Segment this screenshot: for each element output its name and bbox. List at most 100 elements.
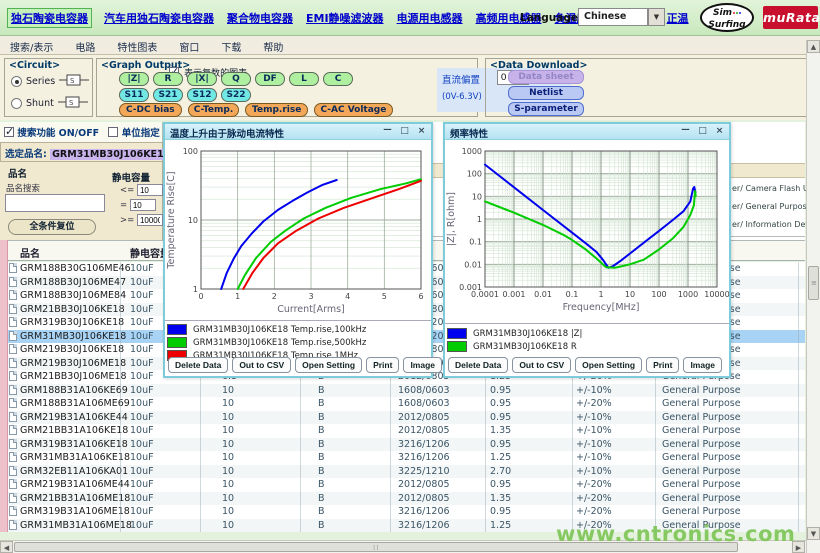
- unit-spec-checkbox[interactable]: 单位指定: [108, 128, 159, 139]
- cell-temp: B: [318, 520, 325, 531]
- svg-text:0.0001: 0.0001: [471, 290, 499, 299]
- minimize-icon[interactable]: ー: [679, 125, 692, 137]
- cell-name: GRM32EB11A106KA01: [20, 466, 128, 477]
- scroll-up-icon[interactable]: ▲: [807, 40, 820, 53]
- document-icon: [9, 439, 17, 449]
- cap-filter-input[interactable]: [137, 184, 163, 196]
- menu-item-2[interactable]: 电路: [75, 39, 95, 54]
- scroll-left-icon[interactable]: ◀: [0, 541, 13, 553]
- graph-button-q[interactable]: Q: [221, 72, 251, 86]
- download-button-s-parameter[interactable]: S-parameter: [508, 102, 584, 116]
- cap-filter-op: >=: [120, 216, 134, 226]
- open-setting-button[interactable]: Open Setting: [575, 357, 642, 373]
- menu-item-5[interactable]: 下载: [221, 39, 241, 54]
- top-header: 独石陶瓷电容器汽车用独石陶瓷电容器聚合物电容器EMI静噪滤波器电源用电感器高频用…: [0, 0, 820, 36]
- out-to-csv-button[interactable]: Out to CSV: [232, 357, 291, 373]
- menu-bar: 搜索/表示 电路 特性图表 窗口 下载 帮助: [0, 36, 820, 55]
- checkbox-checked-icon: [4, 127, 14, 137]
- cell-size: 2012/0805: [398, 479, 450, 490]
- cap-filter-input[interactable]: [130, 199, 156, 211]
- chart-actions: Delete DataOut to CSVOpen SettingPrintIm…: [448, 357, 722, 373]
- document-icon: [9, 452, 17, 462]
- graph-button-df[interactable]: DF: [255, 72, 285, 86]
- graph-button-s22[interactable]: S22: [221, 88, 251, 102]
- scroll-down-icon[interactable]: ▼: [807, 527, 820, 540]
- vertical-scrollbar[interactable]: ▲ ≡ ▼: [806, 40, 820, 553]
- window-title: 温度上升由于脉动电流特性: [170, 126, 284, 140]
- menu-item-1[interactable]: 搜索/表示: [10, 39, 53, 54]
- cell-cap: 10uF: [130, 425, 154, 436]
- svg-text:1: 1: [598, 290, 603, 299]
- language-select[interactable]: Chinese: [578, 8, 648, 26]
- nav-link-5[interactable]: 电源用电感器: [397, 10, 463, 26]
- graph-button-s12[interactable]: S12: [187, 88, 217, 102]
- svg-text:Frequency[MHz]: Frequency[MHz]: [563, 302, 640, 313]
- search-toggle-checkbox[interactable]: 搜索功能 ON/OFF: [4, 128, 99, 139]
- cap-filter-input[interactable]: [137, 214, 163, 226]
- graph-button-r[interactable]: R: [153, 72, 183, 86]
- maximize-icon[interactable]: □: [398, 125, 411, 137]
- open-setting-button[interactable]: Open Setting: [295, 357, 362, 373]
- scroll-right-icon[interactable]: ▶: [792, 541, 805, 553]
- graph-button-s21[interactable]: S21: [153, 88, 183, 102]
- nav-link-4[interactable]: EMI静噪滤波器: [306, 10, 384, 26]
- document-icon: [9, 331, 17, 341]
- partname-search-input[interactable]: [5, 194, 105, 212]
- menu-item-3[interactable]: 特性图表: [117, 39, 157, 54]
- cell-gp: General Purpose: [662, 506, 741, 517]
- graph-button-c-temp-[interactable]: C-Temp.: [188, 103, 240, 117]
- cell-name: GRM319B31A106ME18: [20, 506, 130, 517]
- cell-gp: General Purpose: [662, 452, 741, 463]
- svg-text:Current[Arms]: Current[Arms]: [277, 304, 345, 315]
- legend-swatch: [447, 328, 467, 339]
- graph-button-c[interactable]: C: [323, 72, 353, 86]
- cell-volt: 10: [222, 506, 234, 517]
- graph-button-temp-rise[interactable]: Temp.rise: [245, 103, 308, 117]
- cell-temp: B: [318, 506, 325, 517]
- window-titlebar[interactable]: 频率特性 ー□×: [445, 124, 729, 140]
- vertical-scroll-thumb[interactable]: ≡: [808, 266, 819, 300]
- print-button[interactable]: Print: [366, 357, 399, 373]
- nav-link-1[interactable]: 独石陶瓷电容器: [8, 9, 91, 27]
- language-dropdown-arrow-icon[interactable]: ▼: [648, 8, 665, 26]
- cell-volt: 10: [222, 439, 234, 450]
- cell-tol: +/-20%: [576, 506, 612, 517]
- menu-item-6[interactable]: 帮助: [263, 39, 283, 54]
- graph-button--x-[interactable]: |X|: [187, 72, 217, 86]
- nav-link-8[interactable]: 正温: [667, 10, 689, 26]
- cell-temp: B: [318, 452, 325, 463]
- circuit-option-shunt[interactable]: ShuntS: [11, 95, 88, 112]
- cell-name: GRM219B30J106KE18: [20, 344, 124, 355]
- window-titlebar[interactable]: 温度上升由于脉动电流特性 ー □ ×: [165, 124, 431, 140]
- minimize-icon[interactable]: ー: [381, 125, 394, 137]
- image-button[interactable]: Image: [683, 357, 722, 373]
- delete-data-button[interactable]: Delete Data: [168, 357, 228, 373]
- menu-item-4[interactable]: 窗口: [179, 39, 199, 54]
- horizontal-scroll-thumb[interactable]: ⁞⁞: [14, 542, 738, 552]
- cell-volt: 10: [222, 398, 234, 409]
- capacitance-filter-header: 静电容量: [112, 170, 150, 184]
- nav-link-2[interactable]: 汽车用独石陶瓷电容器: [104, 10, 214, 26]
- circuit-option-series[interactable]: SeriesS: [11, 73, 89, 90]
- graph-button-s11[interactable]: S11: [119, 88, 149, 102]
- print-button[interactable]: Print: [646, 357, 679, 373]
- dc-bias-range: (0V-6.3V): [442, 92, 482, 102]
- graph-button--z-[interactable]: |Z|: [119, 72, 149, 86]
- reset-conditions-button[interactable]: 全条件复位: [8, 219, 96, 235]
- horizontal-scrollbar[interactable]: ◀ ⁞⁞ ▶: [0, 540, 806, 553]
- nav-link-3[interactable]: 聚合物电容器: [227, 10, 293, 26]
- out-to-csv-button[interactable]: Out to CSV: [512, 357, 571, 373]
- download-button-netlist[interactable]: Netlist: [508, 86, 584, 100]
- cell-size: 3225/1210: [398, 466, 450, 477]
- document-icon: [9, 371, 17, 381]
- column-header-partname: 品名: [20, 245, 40, 260]
- graph-button-c-ac-voltage[interactable]: C-AC Voltage: [314, 103, 393, 117]
- close-icon[interactable]: ×: [713, 125, 726, 137]
- graph-button-c-dc-bias[interactable]: C-DC bias: [119, 103, 182, 117]
- delete-data-button[interactable]: Delete Data: [448, 357, 508, 373]
- image-button[interactable]: Image: [403, 357, 442, 373]
- graph-button-l[interactable]: L: [289, 72, 319, 86]
- close-icon[interactable]: ×: [415, 125, 428, 137]
- legend-label: GRM31MB30J106KE18 |Z|: [473, 329, 582, 339]
- maximize-icon[interactable]: □: [696, 125, 709, 137]
